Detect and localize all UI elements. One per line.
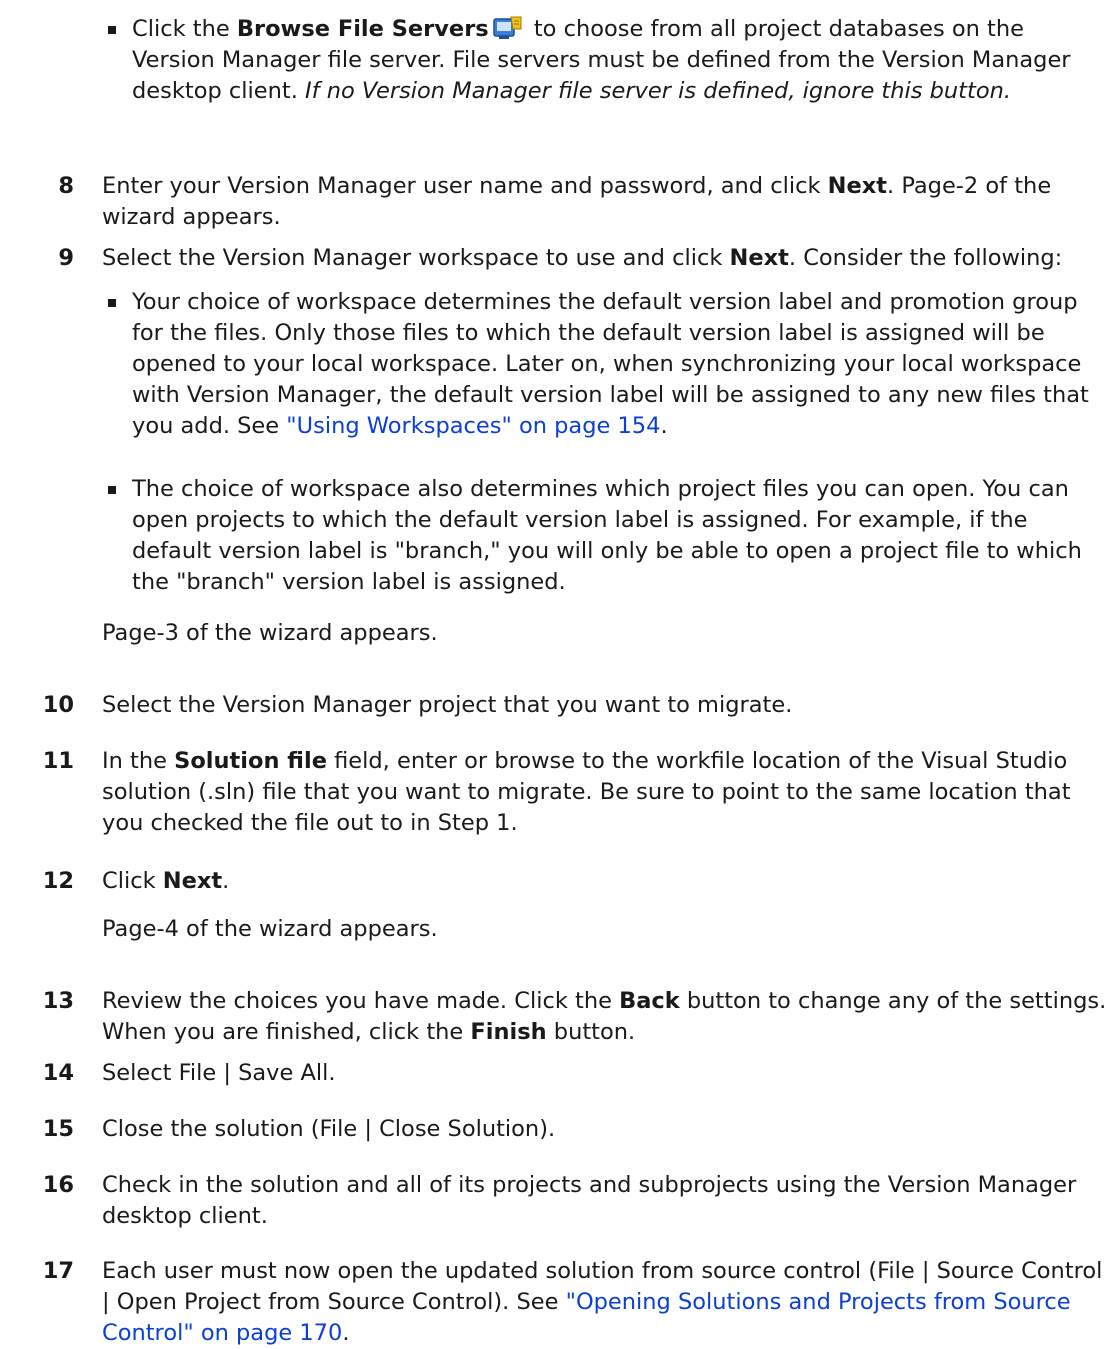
step-number: 11 [42,748,74,774]
step-text: Click Next. [102,868,230,894]
bullet-text: Your choice of workspace determines the … [132,289,1089,439]
bullet-marker [108,486,116,494]
step-number: 16 [42,1172,74,1198]
step-text: In the Solution file field, enter or bro… [102,748,1071,836]
step-text: Review the choices you have made. Click … [102,988,1107,1045]
step-number: 8 [58,173,74,199]
step-text: Select the Version Manager project that … [102,692,793,718]
step-number: 14 [42,1060,74,1086]
page-4-note: Page-4 of the wizard appears. [102,916,438,942]
step-text: Select the Version Manager workspace to … [102,245,1063,271]
step-number: 13 [42,988,74,1014]
browse-file-servers-icon [492,16,522,39]
step-number: 9 [58,245,74,271]
step-text: Close the solution (File | Close Solutio… [102,1116,556,1142]
browse-file-servers-label: Browse File Servers [236,16,489,42]
step-text: Each user must now open the updated solu… [102,1258,1103,1346]
document-page: Click the Browse File Servers to choose … [0,0,1116,1349]
step-number: 10 [42,692,74,718]
bullet-text: The choice of workspace also determines … [132,476,1082,595]
bullet-text: Click the Browse File Servers to choose … [132,16,1071,104]
step-text: Check in the solution and all of its pro… [102,1172,1077,1229]
bullet-marker [108,26,116,34]
step-text: Enter your Version Manager user name and… [102,173,1052,230]
page-3-note: Page-3 of the wizard appears. [102,620,438,646]
step-number: 15 [42,1116,74,1142]
step-number: 17 [42,1258,74,1284]
using-workspaces-link[interactable]: "Using Workspaces" on page 154 [286,413,660,439]
bullet-marker [108,299,116,307]
step-number: 12 [42,868,74,894]
step-text: Select File | Save All. [102,1060,336,1086]
